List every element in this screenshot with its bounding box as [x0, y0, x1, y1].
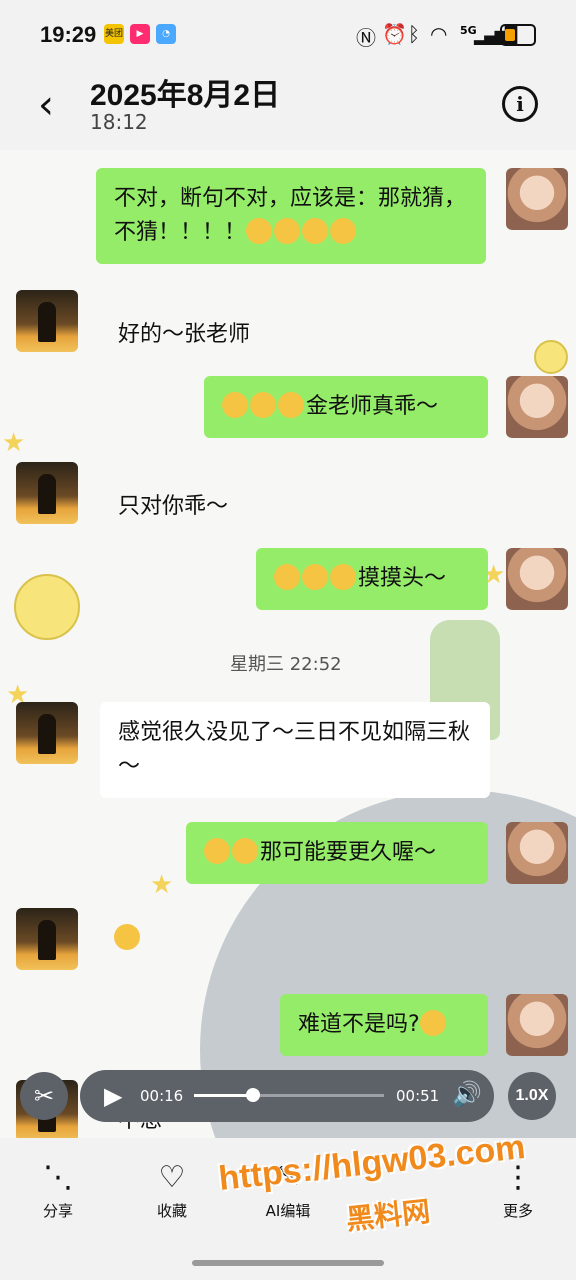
message-bubble[interactable]: 金老师真乖～ — [204, 376, 488, 438]
play-button[interactable]: ▶ — [104, 1082, 122, 1110]
share-icon: ⋱ — [43, 1160, 73, 1195]
ai-edit-label: AI编辑 — [265, 1202, 311, 1220]
chat-background: ★ ★ ★ ★ — [0, 150, 576, 1140]
home-indicator[interactable] — [192, 1260, 384, 1266]
zipped-mouth-emoji-icon — [204, 838, 230, 864]
progress-handle[interactable] — [245, 1088, 260, 1102]
status-time: 19:29 — [40, 22, 97, 47]
message-text: 金老师真乖～ — [306, 394, 439, 419]
smile-emoji-icon — [250, 392, 276, 418]
message-text: 感觉很久没见了～三日不见如隔三秋～ — [118, 720, 471, 779]
pat-emoji-icon — [330, 564, 356, 590]
message-bubble[interactable]: 难道不是吗? — [280, 994, 488, 1056]
zipped-mouth-emoji-icon — [232, 838, 258, 864]
volume-button[interactable]: 🔊 — [452, 1080, 482, 1108]
message-bubble[interactable]: 不对，断句不对，应该是：那就猜，不猜！！！！ — [96, 168, 486, 264]
avatar-self[interactable] — [506, 376, 568, 438]
chat-timestamp: 星期三 22:52 — [230, 654, 342, 675]
avatar-contact[interactable] — [16, 908, 78, 970]
alarm-icon: ⏰ — [382, 22, 407, 46]
message-bubble[interactable]: 感觉很久没见了～三日不见如隔三秋～ — [100, 702, 490, 798]
laugh-emoji-icon — [246, 218, 273, 244]
share-button[interactable]: ⋱ 分享 — [18, 1160, 98, 1221]
avatar-contact[interactable] — [16, 462, 78, 524]
pat-emoji-icon — [302, 564, 328, 590]
speed-button[interactable]: 1.0X — [508, 1072, 556, 1120]
avatar-contact[interactable] — [16, 702, 78, 764]
laugh-emoji-icon — [274, 218, 301, 244]
header-bar — [0, 70, 576, 150]
wifi-icon: ◠ — [430, 22, 448, 46]
share-label: 分享 — [42, 1202, 73, 1220]
laugh-emoji-icon — [302, 218, 329, 244]
star-icon: ★ — [150, 870, 174, 900]
more-label: 更多 — [502, 1202, 533, 1220]
message-text: 只对你乖～ — [118, 494, 229, 519]
heart-icon: ♡ — [158, 1160, 186, 1195]
clip-button[interactable]: ✂ — [20, 1072, 68, 1120]
message-text: 摸摸头～ — [358, 566, 447, 591]
avatar-self[interactable] — [506, 822, 568, 884]
page-title: 2025年8月2日 — [90, 79, 281, 112]
battery-icon — [500, 24, 536, 46]
battery-level — [505, 29, 515, 41]
progress-fill — [194, 1094, 253, 1097]
weather-app-icon: ◔ — [156, 24, 176, 44]
meituan-app-icon: 美团 — [104, 24, 124, 44]
message-bubble[interactable]: 好的～张老师 — [100, 304, 268, 366]
message-text: 那可能要更久喔～ — [260, 840, 437, 865]
smile-emoji-icon — [222, 392, 248, 418]
avatar-self[interactable] — [506, 994, 568, 1056]
back-button[interactable]: ‹ — [38, 82, 54, 128]
message-bubble[interactable] — [114, 924, 142, 950]
nfc-icon: Ⓝ — [356, 26, 376, 50]
message-bubble[interactable]: 摸摸头～ — [256, 548, 488, 610]
duration: 00:51 — [396, 1087, 440, 1105]
smile-emoji-icon — [278, 392, 304, 418]
star-icon: ★ — [2, 428, 26, 458]
page-subtitle: 18:12 — [90, 110, 148, 134]
favorite-button[interactable]: ♡ 收藏 — [132, 1160, 212, 1221]
zipped-mouth-emoji-icon — [419, 1010, 446, 1036]
pat-emoji-icon — [274, 564, 300, 590]
message-text: 好的～张老师 — [118, 322, 251, 347]
moon-illustration — [534, 340, 568, 374]
favorite-label: 收藏 — [156, 1202, 187, 1220]
message-bubble[interactable]: 那可能要更久喔～ — [186, 822, 488, 884]
message-text: 难道不是吗? — [298, 1012, 420, 1037]
avatar-self[interactable] — [506, 168, 568, 230]
bluetooth-icon: ᛒ — [408, 22, 420, 46]
current-time: 00:16 — [140, 1087, 184, 1105]
avatar-contact[interactable] — [16, 290, 78, 352]
sun-illustration — [14, 574, 80, 640]
avatar-self[interactable] — [506, 548, 568, 610]
video-app-icon: ▶ — [130, 24, 150, 44]
shy-emoji-icon — [114, 924, 140, 950]
laugh-emoji-icon — [330, 218, 357, 244]
info-button[interactable]: i — [502, 86, 538, 122]
message-bubble[interactable]: 只对你乖～ — [100, 476, 246, 538]
